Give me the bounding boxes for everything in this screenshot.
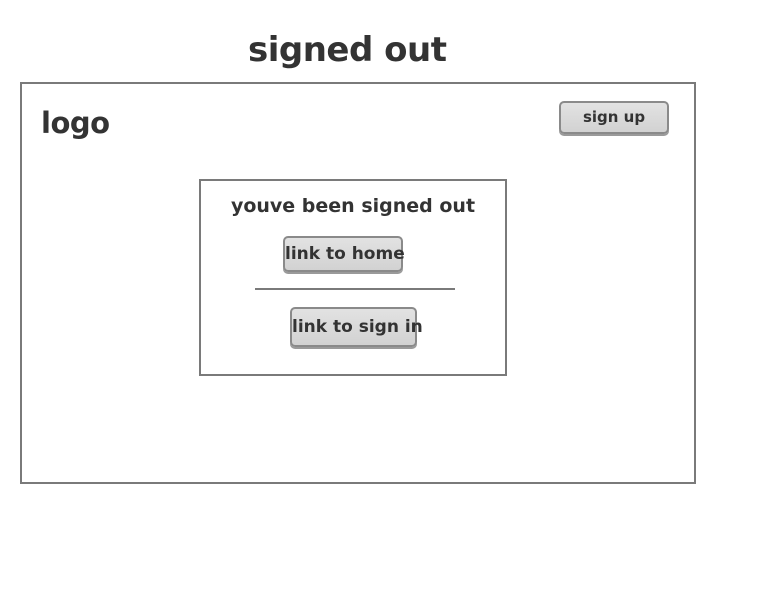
signed-out-message: youve been signed out [230,195,476,217]
logo: logo [41,106,110,140]
browser-frame: logo sign up youve been signed out link … [20,82,696,484]
page-title: signed out [248,30,447,70]
link-to-home-button[interactable]: link to home [283,236,405,272]
link-to-sign-in-button[interactable]: link to sign in [290,307,423,347]
divider [255,288,455,290]
signed-out-dialog: youve been signed out link to home link … [199,179,507,376]
sign-up-button[interactable]: sign up [559,101,669,134]
